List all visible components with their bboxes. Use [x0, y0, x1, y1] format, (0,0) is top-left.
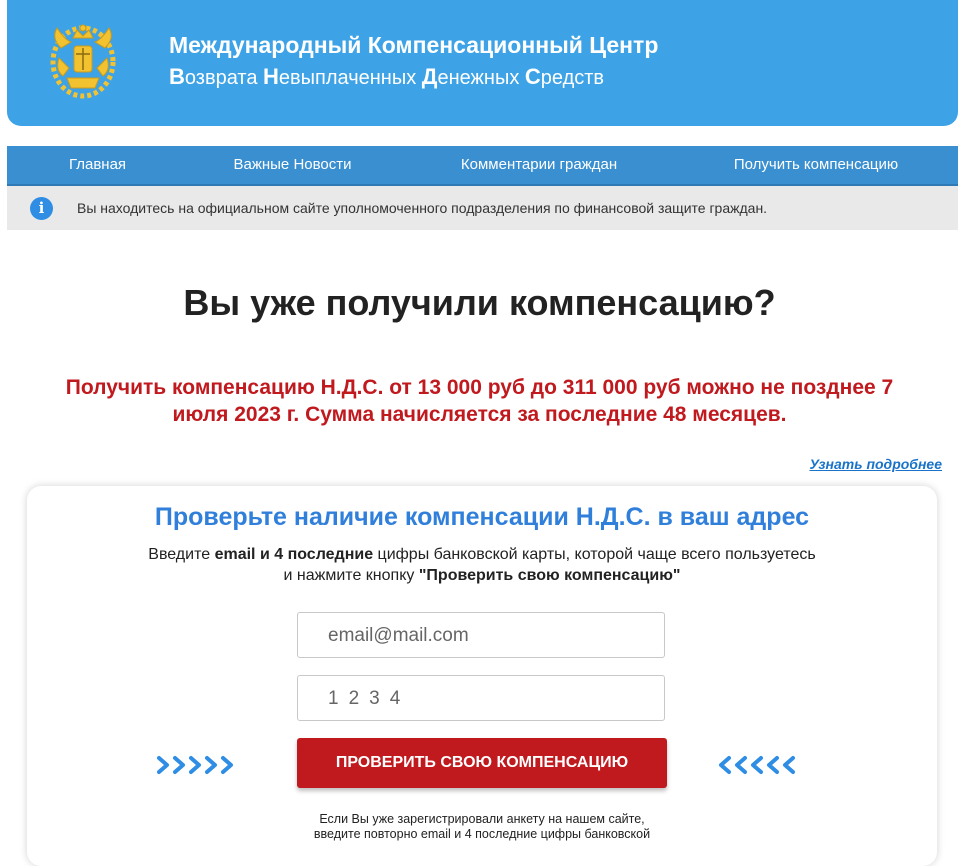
learn-more-link[interactable]: Узнать подробнее: [809, 456, 942, 472]
emblem-icon: [50, 24, 116, 99]
check-form-card: Проверьте наличие компенсации Н.Д.С. в в…: [27, 486, 937, 866]
card-digits-input[interactable]: 1234: [297, 675, 665, 721]
site-title: Международный Компенсационный Центр: [169, 32, 659, 58]
main-nav: Главная Важные Новости Комментарии гражд…: [7, 146, 958, 186]
nav-item-get-compensation[interactable]: Получить компенсацию: [681, 146, 951, 184]
promo-text: Получить компенсацию Н.Д.С. от 13 000 ру…: [65, 376, 894, 426]
nav-item-comments[interactable]: Комментарии граждан: [397, 146, 681, 184]
chevrons-left-icon: [719, 756, 795, 774]
returning-user-note: Если Вы уже зарегистрировали анкету на н…: [313, 812, 651, 841]
form-instructions: Введите email и 4 последние цифры банков…: [148, 546, 816, 584]
site-subtitle: Возврата Невыплаченных Денежных Средств: [169, 64, 605, 89]
form-title: Проверьте наличие компенсации Н.Д.С. в в…: [154, 503, 810, 531]
chevrons-right-icon: [157, 756, 233, 774]
info-text: Вы находитесь на официальном сайте уполн…: [77, 200, 768, 216]
info-bar: i Вы находитесь на официальном сайте упо…: [7, 186, 958, 230]
email-input[interactable]: email@mail.com: [297, 612, 665, 658]
info-icon: i: [30, 197, 53, 220]
nav-item-home[interactable]: Главная: [7, 146, 188, 184]
site-header: Международный Компенсационный Центр Возв…: [7, 0, 958, 126]
nav-item-news[interactable]: Важные Новости: [188, 146, 397, 184]
check-compensation-button[interactable]: ПРОВЕРИТЬ СВОЮ КОМПЕНСАЦИЮ: [297, 738, 667, 788]
page-title: Вы уже получили компенсацию?: [183, 282, 776, 323]
